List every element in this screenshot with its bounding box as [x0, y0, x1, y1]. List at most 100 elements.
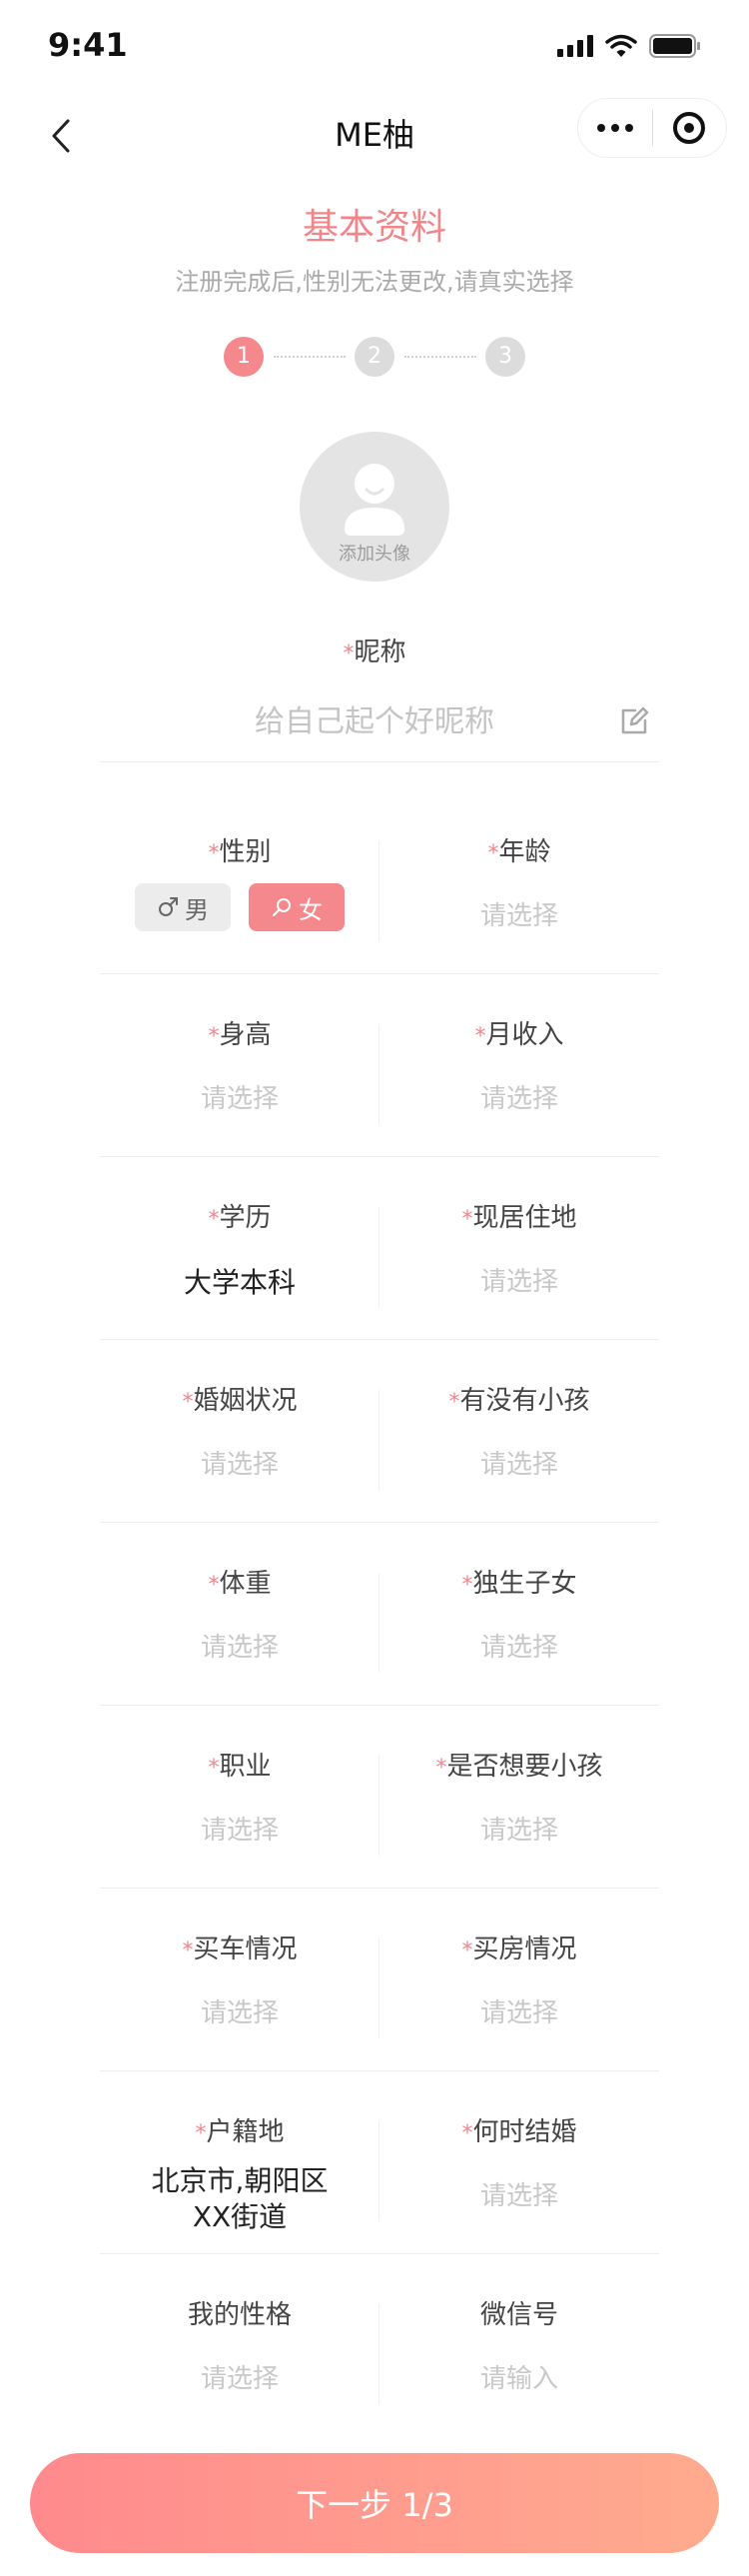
want-children-field[interactable]: *是否想要小孩 请选择 [379, 1706, 659, 1889]
form-row: *户籍地 北京市,朝阳区 XX街道 *何时结婚 请选择 [100, 2071, 659, 2254]
personality-label: 我的性格 [187, 2300, 292, 2330]
step-2: 2 [355, 337, 394, 377]
close-miniprogram-icon[interactable] [653, 112, 727, 144]
miniprogram-capsule [577, 98, 727, 158]
hukou-value-line1: 北京市,朝阳区 [151, 2164, 329, 2197]
hukou-value: 北京市,朝阳区 XX街道 [100, 2163, 379, 2235]
field-label: *买房情况 [379, 1929, 659, 1965]
occupation-field[interactable]: *职业 请选择 [100, 1706, 379, 1889]
education-value: 大学本科 [183, 1266, 296, 1299]
want-children-value: 请选择 [479, 1816, 558, 1846]
age-value: 请选择 [479, 901, 558, 931]
field-label: *年龄 [379, 831, 659, 868]
add-avatar-button[interactable]: 添加头像 [300, 432, 449, 582]
marital-label: 婚姻状况 [193, 1386, 298, 1416]
field-label: *身高 [100, 1014, 379, 1051]
field-label: *月收入 [379, 1014, 659, 1051]
house-field[interactable]: *买房情况 请选择 [379, 1889, 659, 2071]
height-value: 请选择 [200, 1084, 279, 1114]
nickname-input[interactable] [100, 693, 649, 749]
field-label: *是否想要小孩 [379, 1746, 659, 1783]
required-mark: * [195, 2121, 207, 2146]
field-label: *职业 [100, 1746, 379, 1783]
required-mark: * [208, 1207, 220, 1232]
next-step-button[interactable]: 下一步 1/3 [30, 2453, 719, 2553]
gender-female-label: 女 [299, 895, 323, 924]
weight-field[interactable]: *体重 请选择 [100, 1523, 379, 1706]
form-row: *婚姻状况 请选择 *有没有小孩 请选择 [100, 1340, 659, 1523]
form-row: *学历 大学本科 *现居住地 请选择 [100, 1157, 659, 1340]
required-mark: * [208, 1573, 220, 1598]
children-field[interactable]: *有没有小孩 请选择 [379, 1340, 659, 1523]
residence-field[interactable]: *现居住地 请选择 [379, 1157, 659, 1340]
weight-value: 请选择 [200, 1633, 279, 1663]
nickname-underline [100, 761, 659, 762]
status-bar: 9:41 [0, 0, 749, 90]
status-icons [557, 34, 701, 58]
required-mark: * [208, 1756, 220, 1781]
education-field[interactable]: *学历 大学本科 [100, 1157, 379, 1340]
children-label: 有没有小孩 [459, 1386, 590, 1416]
age-field[interactable]: *年龄 请选择 [379, 791, 659, 974]
car-label: 买车情况 [193, 1934, 298, 1964]
avatar-label: 添加头像 [339, 544, 410, 565]
only-child-field[interactable]: *独生子女 请选择 [379, 1523, 659, 1706]
house-value: 请选择 [479, 1998, 558, 2028]
more-icon[interactable] [578, 124, 652, 132]
only-child-label: 独生子女 [472, 1569, 577, 1599]
gender-field: *性别 男 女 [100, 791, 379, 974]
nickname-label: *昵称 [0, 632, 749, 668]
step-1: 1 [224, 337, 264, 377]
required-mark: * [461, 1573, 473, 1598]
height-field[interactable]: *身高 请选择 [100, 974, 379, 1157]
wechat-field[interactable]: 微信号 请输入 [379, 2254, 659, 2437]
hukou-value-line2: XX街道 [192, 2200, 288, 2233]
edit-icon[interactable] [619, 706, 649, 736]
only-child-value: 请选择 [479, 1633, 558, 1663]
gender-label: 性别 [219, 837, 272, 867]
marital-value: 请选择 [200, 1450, 279, 1480]
form-row: *买车情况 请选择 *买房情况 请选择 [100, 1889, 659, 2071]
car-field[interactable]: *买车情况 请选择 [100, 1889, 379, 2071]
step-3: 3 [485, 337, 525, 377]
field-label: *独生子女 [379, 1563, 659, 1600]
wechat-input[interactable]: 请输入 [379, 2358, 659, 2395]
gender-female-button[interactable]: 女 [249, 883, 345, 931]
form-row: *身高 请选择 *月收入 请选择 [100, 974, 659, 1157]
field-label: *性别 [100, 831, 379, 868]
house-label: 买房情况 [472, 1934, 577, 1964]
required-mark: * [343, 642, 355, 666]
marry-when-field[interactable]: *何时结婚 请选择 [379, 2071, 659, 2254]
signal-icon [557, 35, 593, 57]
field-label: *有没有小孩 [379, 1380, 659, 1417]
wechat-label: 微信号 [479, 2300, 558, 2330]
wifi-icon [605, 34, 637, 58]
field-label: *体重 [100, 1563, 379, 1600]
residence-value: 请选择 [479, 1267, 558, 1297]
female-icon [273, 898, 291, 916]
required-mark: * [182, 1938, 194, 1963]
weight-label: 体重 [219, 1569, 272, 1599]
marry-when-label: 何时结婚 [472, 2117, 577, 2147]
required-mark: * [435, 1756, 447, 1781]
page-title: 基本资料 [302, 207, 446, 248]
occupation-value: 请选择 [200, 1816, 279, 1846]
required-mark: * [461, 1207, 473, 1232]
residence-label: 现居住地 [472, 1203, 577, 1233]
field-label: *买车情况 [100, 1929, 379, 1965]
status-time: 9:41 [48, 26, 128, 64]
income-field[interactable]: *月收入 请选择 [379, 974, 659, 1157]
step-connector [274, 356, 346, 358]
income-value: 请选择 [479, 1084, 558, 1114]
required-mark: * [208, 841, 220, 866]
personality-field[interactable]: 我的性格 请选择 [100, 2254, 379, 2437]
personality-value: 请选择 [200, 2364, 279, 2394]
nav-bar: ME柚 [0, 90, 749, 180]
gender-male-button[interactable]: 男 [135, 883, 231, 931]
height-label: 身高 [219, 1020, 272, 1050]
marital-field[interactable]: *婚姻状况 请选择 [100, 1340, 379, 1523]
children-value: 请选择 [479, 1450, 558, 1480]
hukou-field[interactable]: *户籍地 北京市,朝阳区 XX街道 [100, 2071, 379, 2254]
required-mark: * [461, 2121, 473, 2146]
battery-icon [649, 34, 701, 58]
